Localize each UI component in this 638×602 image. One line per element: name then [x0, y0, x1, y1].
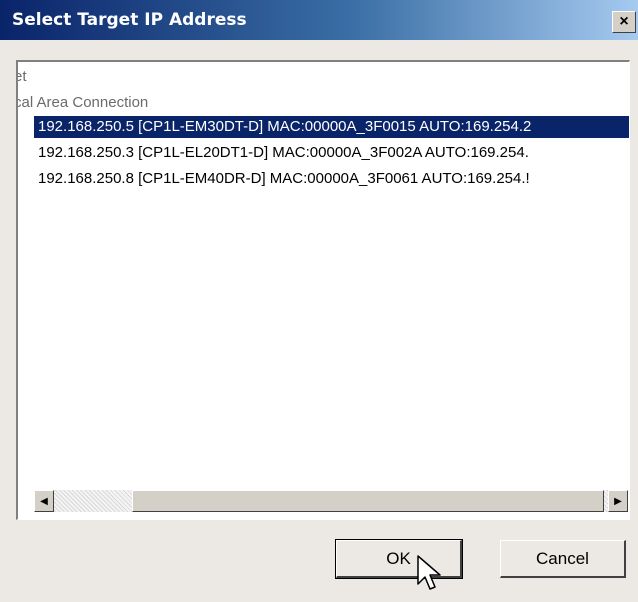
close-button[interactable]: ×: [612, 11, 636, 33]
arrow-left-icon: ◀: [40, 495, 48, 507]
arrow-right-icon: ▶: [614, 495, 622, 507]
dialog-title: Select Target IP Address: [12, 10, 247, 30]
horizontal-scrollbar[interactable]: ◀ ▶: [34, 490, 628, 512]
tree-item-ip-192-168-250-5[interactable]: 192.168.250.5 [CP1L-EM30DT-D] MAC:00000A…: [34, 116, 629, 138]
close-icon: ×: [619, 13, 629, 30]
mouse-pointer-icon: [417, 555, 441, 590]
ip-address-tree[interactable]: et cal Area Connection 192.168.250.5 [CP…: [16, 60, 630, 520]
cancel-button-label: Cancel: [536, 548, 589, 568]
ok-button-label: OK: [386, 548, 411, 568]
cancel-button[interactable]: Cancel: [500, 540, 626, 578]
title-bar[interactable]: Select Target IP Address ×: [0, 0, 638, 40]
tree-item-ip-192-168-250-8[interactable]: 192.168.250.8 [CP1L-EM40DR-D] MAC:00000A…: [34, 168, 629, 190]
scroll-right-button[interactable]: ▶: [608, 490, 628, 512]
select-target-ip-dialog: Select Target IP Address × et cal Area C…: [0, 0, 638, 602]
scroll-left-button[interactable]: ◀: [34, 490, 54, 512]
tree-node-partial[interactable]: et: [18, 66, 27, 88]
tree-item-ip-192-168-250-3[interactable]: 192.168.250.3 [CP1L-EL20DT1-D] MAC:00000…: [34, 142, 629, 164]
tree-node-local-area-connection[interactable]: cal Area Connection: [18, 92, 148, 114]
scrollbar-thumb[interactable]: [132, 490, 604, 512]
